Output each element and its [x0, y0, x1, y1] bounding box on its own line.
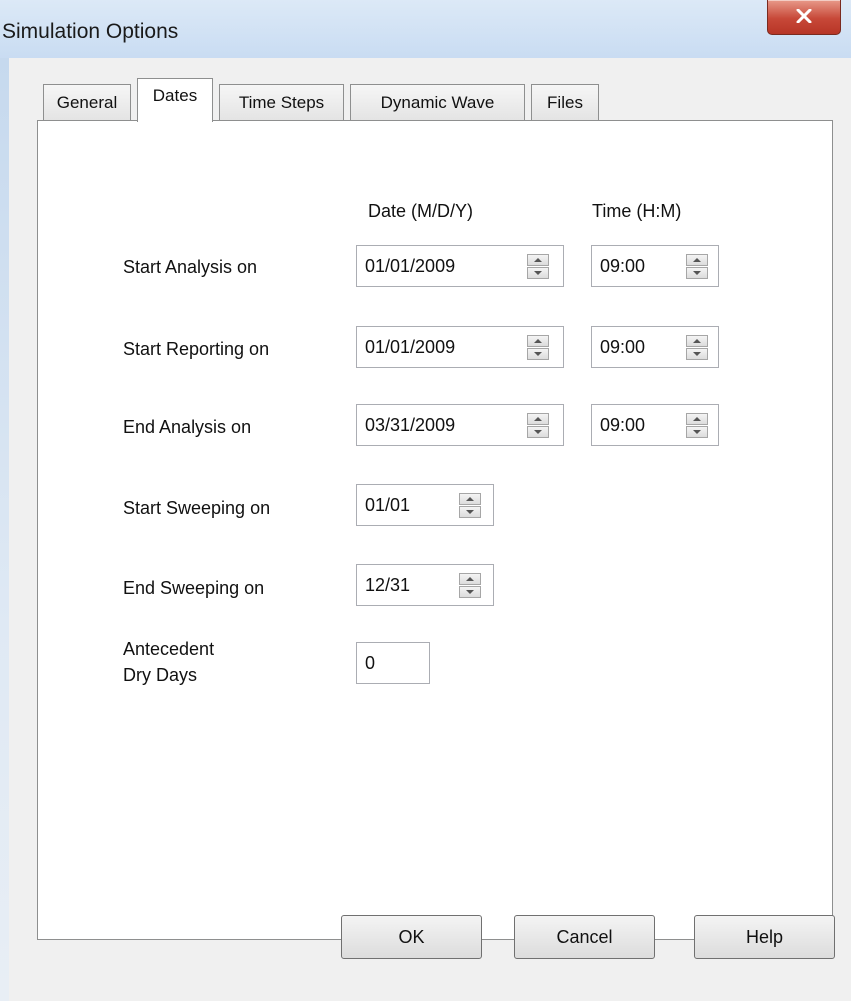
antecedent-label-line1: Antecedent: [123, 639, 215, 659]
tab-general[interactable]: General: [43, 84, 131, 120]
start-analysis-time-value: 09:00: [600, 256, 646, 276]
start-reporting-label: Start Reporting on: [123, 339, 270, 359]
tab-dates[interactable]: Dates: [137, 78, 213, 122]
end-analysis-time-value: 09:00: [600, 415, 646, 435]
spin-updown-icon[interactable]: [686, 413, 708, 439]
close-icon: [796, 9, 812, 23]
spin-updown-icon[interactable]: [527, 254, 549, 280]
spin-updown-icon[interactable]: [527, 413, 549, 439]
antecedent-dry-days-field[interactable]: 0: [356, 642, 430, 684]
start-analysis-date-field[interactable]: 01/01/2009: [356, 245, 564, 287]
window-title: Simulation Options: [2, 20, 179, 43]
antecedent-label-line2: Dry Days: [123, 665, 198, 685]
spin-updown-icon[interactable]: [459, 573, 481, 599]
antecedent-dry-days-label: Antecedent Dry Days: [123, 636, 283, 688]
start-analysis-time-field[interactable]: 09:00: [591, 245, 719, 287]
dates-tab-panel: Date (M/D/Y) Time (H:M) Start Analysis o…: [37, 120, 833, 940]
spin-updown-icon[interactable]: [686, 254, 708, 280]
end-sweeping-date-field[interactable]: 12/31: [356, 564, 494, 606]
end-analysis-date-field[interactable]: 03/31/2009: [356, 404, 564, 446]
time-column-header: Time (H:M): [592, 201, 682, 221]
date-column-header: Date (M/D/Y): [368, 201, 474, 221]
end-analysis-date-value: 03/31/2009: [365, 415, 456, 435]
end-analysis-label: End Analysis on: [123, 417, 252, 437]
end-sweeping-label: End Sweeping on: [123, 578, 265, 598]
close-button[interactable]: [767, 0, 841, 35]
simulation-options-dialog: Simulation Options General Dates Time St…: [0, 0, 851, 1001]
start-reporting-time-field[interactable]: 09:00: [591, 326, 719, 368]
tab-dynamic-wave[interactable]: Dynamic Wave: [350, 84, 525, 120]
spin-updown-icon[interactable]: [686, 335, 708, 361]
window-frame: [0, 58, 9, 1001]
help-button[interactable]: Help: [694, 915, 835, 959]
tab-files[interactable]: Files: [531, 84, 599, 120]
ok-button[interactable]: OK: [341, 915, 482, 959]
dialog-client-area: General Dates Time Steps Dynamic Wave Fi…: [9, 58, 851, 1001]
antecedent-dry-days-value: 0: [365, 653, 376, 673]
tab-time-steps[interactable]: Time Steps: [219, 84, 344, 120]
end-analysis-time-field[interactable]: 09:00: [591, 404, 719, 446]
start-sweeping-label: Start Sweeping on: [123, 498, 271, 518]
end-sweeping-date-value: 12/31: [365, 575, 411, 595]
start-analysis-label: Start Analysis on: [123, 257, 258, 277]
start-sweeping-date-value: 01/01: [365, 495, 411, 515]
start-reporting-date-field[interactable]: 01/01/2009: [356, 326, 564, 368]
start-reporting-time-value: 09:00: [600, 337, 646, 357]
cancel-button[interactable]: Cancel: [514, 915, 655, 959]
title-bar: Simulation Options: [0, 0, 851, 59]
start-analysis-date-value: 01/01/2009: [365, 256, 456, 276]
spin-updown-icon[interactable]: [459, 493, 481, 519]
spin-updown-icon[interactable]: [527, 335, 549, 361]
start-reporting-date-value: 01/01/2009: [365, 337, 456, 357]
start-sweeping-date-field[interactable]: 01/01: [356, 484, 494, 526]
